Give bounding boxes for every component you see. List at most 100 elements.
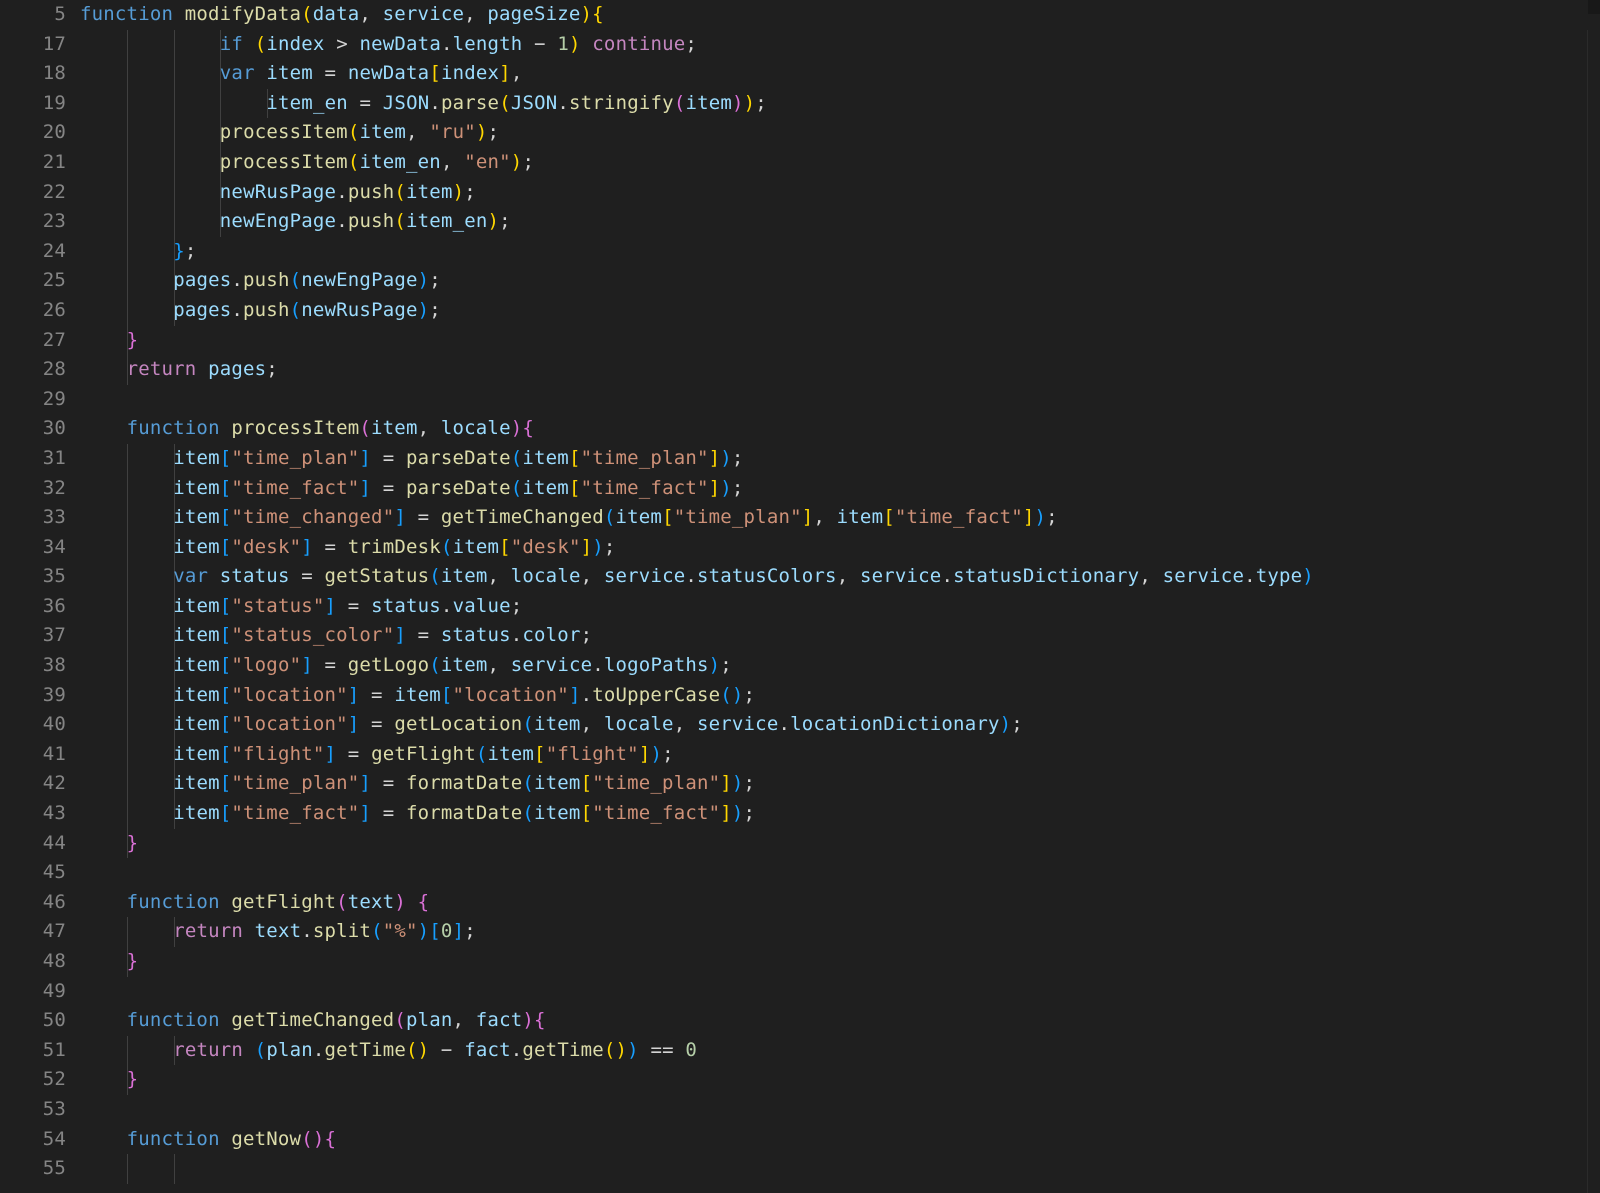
code-token: item	[534, 802, 581, 825]
code-text[interactable]: var item = newData[index],	[220, 59, 523, 89]
code-line[interactable]: 33 item["time_changed"] = getTimeChanged(…	[0, 503, 1588, 533]
code-line[interactable]: 32 item["time_fact"] = parseDate(item["ti…	[0, 473, 1588, 504]
code-token: )	[731, 772, 744, 795]
code-token: processItem	[219, 150, 348, 173]
code-token: ;	[720, 654, 732, 677]
code-token: status	[371, 594, 441, 617]
line-number: 22	[42, 180, 66, 203]
code-line[interactable]: 17 if (index > newData.length − 1) contin…	[0, 29, 1588, 60]
code-line[interactable]: 27}	[0, 325, 1588, 356]
code-line[interactable]: 36 item["status"] = status.value;	[0, 591, 1588, 622]
code-line[interactable]: 55	[0, 1154, 1588, 1184]
code-line[interactable]: 19 item_en = JSON.parse(JSON.stringify(it…	[0, 88, 1588, 119]
code-text[interactable]: item["logo"] = getLogo(item, service.log…	[173, 651, 732, 681]
code-line[interactable]: 48}	[0, 947, 1588, 977]
code-text[interactable]: item["desk"] = trimDesk(item["desk"]);	[173, 533, 615, 563]
code-line[interactable]: 29	[0, 385, 1588, 415]
code-text[interactable]: item["location"] = item["location"].toUp…	[173, 681, 755, 711]
code-token: item	[359, 121, 407, 144]
code-line[interactable]: 35 var status = getStatus(item, locale, s…	[0, 562, 1588, 592]
code-text[interactable]: pages.push(newEngPage);	[173, 266, 441, 296]
code-line[interactable]: 46 function getFlight(text) {	[0, 888, 1588, 918]
sticky-scroll-line[interactable]: 5 function modifyData(data, service, page…	[0, 0, 1588, 30]
code-text[interactable]: newRusPage.push(item);	[220, 178, 476, 208]
code-editor[interactable]: 5 function modifyData(data, service, page…	[0, 0, 1600, 1193]
code-token: pageSize	[487, 3, 581, 25]
code-line[interactable]: 30 function processItem(item, locale){	[0, 414, 1588, 444]
code-text[interactable]: function getNow(){	[127, 1125, 337, 1155]
code-line[interactable]: 42 item["time_plan"] = formatDate(item["t…	[0, 769, 1588, 800]
code-text[interactable]: function modifyData(data, service, pageS…	[80, 0, 604, 30]
code-line[interactable]: 40 item["location"] = getLocation(item, l…	[0, 710, 1588, 740]
code-line[interactable]: 20 processItem(item, "ru");	[0, 118, 1588, 148]
code-lines[interactable]: 5 function modifyData(data, service, page…	[0, 0, 1588, 1184]
code-text[interactable]: processItem(item, "ru");	[220, 118, 499, 148]
code-text[interactable]: return text.split("%")[0];	[173, 917, 476, 947]
code-line[interactable]: 28 return pages;	[0, 355, 1588, 385]
code-line[interactable]: 54 function getNow(){	[0, 1125, 1588, 1155]
code-line[interactable]: 37 item["status_color"] = status.color;	[0, 621, 1588, 652]
code-text[interactable]: item["time_plan"] = parseDate(item["time…	[173, 444, 743, 474]
code-text[interactable]: item["time_plan"] = formatDate(item["tim…	[173, 769, 755, 799]
code-text[interactable]: function processItem(item, locale){	[127, 414, 534, 444]
code-line[interactable]: 26 pages.push(newRusPage);	[0, 295, 1588, 326]
vertical-scrollbar[interactable]	[1587, 14, 1600, 1193]
code-token: formatDate	[405, 772, 523, 795]
code-text[interactable]: newEngPage.push(item_en);	[220, 207, 511, 237]
code-line[interactable]: 45	[0, 858, 1588, 888]
code-text[interactable]: function getFlight(text) {	[127, 888, 430, 918]
code-text[interactable]: item["status"] = status.value;	[173, 592, 522, 622]
code-text[interactable]: }	[127, 947, 139, 977]
code-text[interactable]: return (plan.getTime() − fact.getTime())…	[173, 1036, 697, 1066]
code-line[interactable]: 44}	[0, 828, 1588, 859]
code-token: item	[534, 772, 581, 795]
code-line[interactable]: 50 function getTimeChanged(plan, fact){	[0, 1006, 1588, 1036]
code-line[interactable]: 51 return (plan.getTime() − fact.getTime(…	[0, 1035, 1588, 1066]
code-token: "time_changed"	[231, 506, 395, 529]
code-text[interactable]: item_en = JSON.parse(JSON.stringify(item…	[266, 89, 767, 119]
code-line[interactable]: 52}	[0, 1065, 1588, 1095]
code-line[interactable]: 39 item["location"] = item["location"].to…	[0, 680, 1588, 711]
code-token: newRusPage	[219, 180, 337, 203]
code-text[interactable]: item["status_color"] = status.color;	[173, 621, 592, 651]
code-line[interactable]: 49	[0, 977, 1588, 1007]
code-token: "status_color"	[231, 624, 395, 647]
code-line[interactable]: 41 item["flight"] = getFlight(item["fligh…	[0, 739, 1588, 770]
code-line[interactable]: 31 item["time_plan"] = parseDate(item["ti…	[0, 443, 1588, 474]
code-text[interactable]: }	[127, 326, 139, 356]
code-line[interactable]: 24};	[0, 236, 1588, 267]
code-token: )	[417, 920, 430, 943]
code-line[interactable]: 23 newEngPage.push(item_en);	[0, 207, 1588, 237]
code-text[interactable]: function getTimeChanged(plan, fact){	[127, 1006, 546, 1036]
code-text[interactable]: };	[173, 237, 196, 267]
code-text[interactable]: item["time_changed"] = getTimeChanged(it…	[173, 503, 1058, 533]
code-line[interactable]: 22 newRusPage.push(item);	[0, 177, 1588, 208]
code-token: (	[475, 742, 488, 765]
code-token: item_en	[359, 150, 441, 173]
code-token: locale	[440, 417, 511, 440]
code-text[interactable]: var status = getStatus(item, locale, ser…	[173, 562, 1314, 592]
code-line[interactable]: 25 pages.push(newEngPage);	[0, 266, 1588, 296]
code-line[interactable]: 43 item["time_fact"] = formatDate(item["t…	[0, 799, 1588, 829]
code-token: =	[312, 62, 348, 85]
code-line[interactable]: 47 return text.split("%")[0];	[0, 917, 1588, 947]
code-line[interactable]: 18 var item = newData[index],	[0, 59, 1588, 89]
code-text[interactable]: return pages;	[127, 355, 278, 385]
code-line[interactable]: 34 item["desk"] = trimDesk(item["desk"]);	[0, 532, 1588, 563]
code-token: {	[522, 417, 534, 440]
code-token: )	[510, 417, 523, 440]
code-line[interactable]: 21 processItem(item_en, "en");	[0, 147, 1588, 178]
code-text[interactable]: item["time_fact"] = formatDate(item["tim…	[173, 799, 755, 829]
code-text[interactable]: pages.push(newRusPage);	[173, 296, 441, 326]
code-text[interactable]: if (index > newData.length − 1) continue…	[220, 30, 697, 60]
code-text[interactable]: processItem(item_en, "en");	[220, 148, 534, 178]
code-line[interactable]: 38 item["logo"] = getLogo(item, service.l…	[0, 651, 1588, 681]
line-number: 39	[42, 683, 66, 706]
code-text[interactable]: item["location"] = getLocation(item, loc…	[173, 710, 1023, 740]
code-text[interactable]: item["flight"] = getFlight(item["flight"…	[173, 740, 674, 770]
code-text[interactable]: item["time_fact"] = parseDate(item["time…	[173, 474, 743, 504]
code-line[interactable]: 53	[0, 1095, 1588, 1125]
code-text[interactable]: }	[127, 829, 139, 859]
code-text[interactable]: }	[127, 1065, 139, 1095]
line-number: 17	[42, 32, 66, 55]
